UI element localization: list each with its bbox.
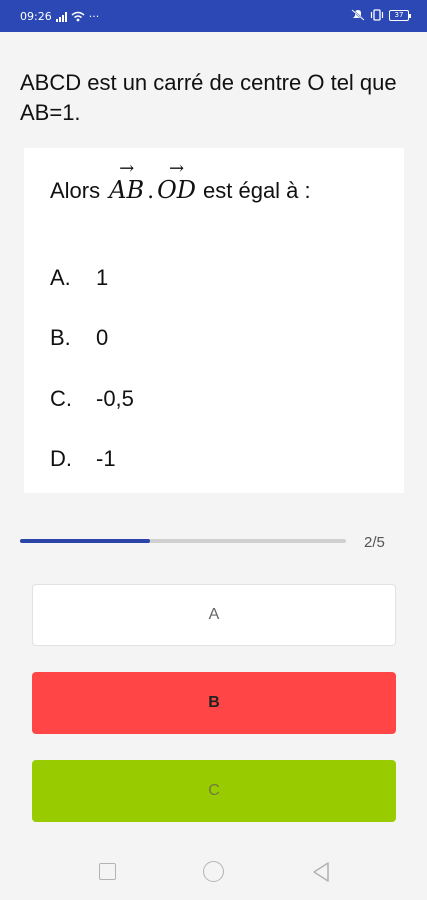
home-icon[interactable] bbox=[203, 861, 224, 882]
signal-icon bbox=[55, 11, 67, 22]
question-card: Alors → AB . → OD est égal à : A. 1 B. 0 C. -… bbox=[24, 148, 404, 493]
notification-dots: ··· bbox=[88, 10, 100, 23]
option-c: C. -0,5 bbox=[50, 386, 134, 412]
recent-apps-icon[interactable] bbox=[99, 863, 116, 880]
vector-arrow-icon: → bbox=[169, 158, 185, 179]
prompt-suffix: est égal à : bbox=[203, 178, 311, 203]
status-left: 09:26 ··· bbox=[20, 10, 99, 23]
wifi-icon bbox=[71, 11, 85, 22]
option-value: -0,5 bbox=[96, 386, 134, 411]
option-letter: B. bbox=[50, 325, 71, 350]
answer-button-b[interactable]: B bbox=[32, 672, 396, 734]
option-value: 1 bbox=[96, 265, 109, 290]
status-right: 37 bbox=[351, 9, 411, 21]
status-bar: 09:26 ··· 37 bbox=[0, 0, 427, 32]
vector-od-label: OD bbox=[157, 176, 197, 204]
vector-od: → OD bbox=[156, 160, 197, 205]
battery-icon: 37 bbox=[389, 9, 411, 21]
option-b: B. 0 bbox=[50, 325, 108, 351]
option-letter: D. bbox=[50, 446, 72, 471]
status-time: 09:26 bbox=[20, 10, 52, 23]
option-letter: A. bbox=[50, 265, 71, 290]
progress-bar bbox=[20, 539, 346, 543]
question-prompt: Alors → AB . → OD est égal à : bbox=[50, 160, 311, 205]
vector-arrow-icon: → bbox=[119, 158, 135, 179]
answer-button-c[interactable]: C bbox=[32, 760, 396, 822]
vibrate-icon bbox=[370, 9, 384, 21]
back-icon[interactable] bbox=[311, 861, 331, 883]
navigation-bar bbox=[0, 845, 427, 900]
question-text: ABCD est un carré de centre O tel que AB… bbox=[20, 70, 397, 125]
option-value: -1 bbox=[96, 446, 116, 471]
mute-icon bbox=[351, 9, 365, 21]
option-a: A. 1 bbox=[50, 265, 108, 291]
progress-fill bbox=[20, 539, 151, 543]
option-letter: C. bbox=[50, 386, 72, 411]
prompt-prefix: Alors bbox=[50, 178, 101, 203]
dot-product-symbol: . bbox=[147, 179, 155, 204]
progress-label: 2/5 bbox=[364, 534, 385, 551]
option-value: 0 bbox=[96, 325, 109, 350]
answer-button-a[interactable]: A bbox=[32, 584, 396, 646]
option-d: D. -1 bbox=[50, 446, 116, 472]
vector-ab: → AB bbox=[108, 160, 145, 205]
vector-ab-label: AB bbox=[109, 176, 145, 204]
